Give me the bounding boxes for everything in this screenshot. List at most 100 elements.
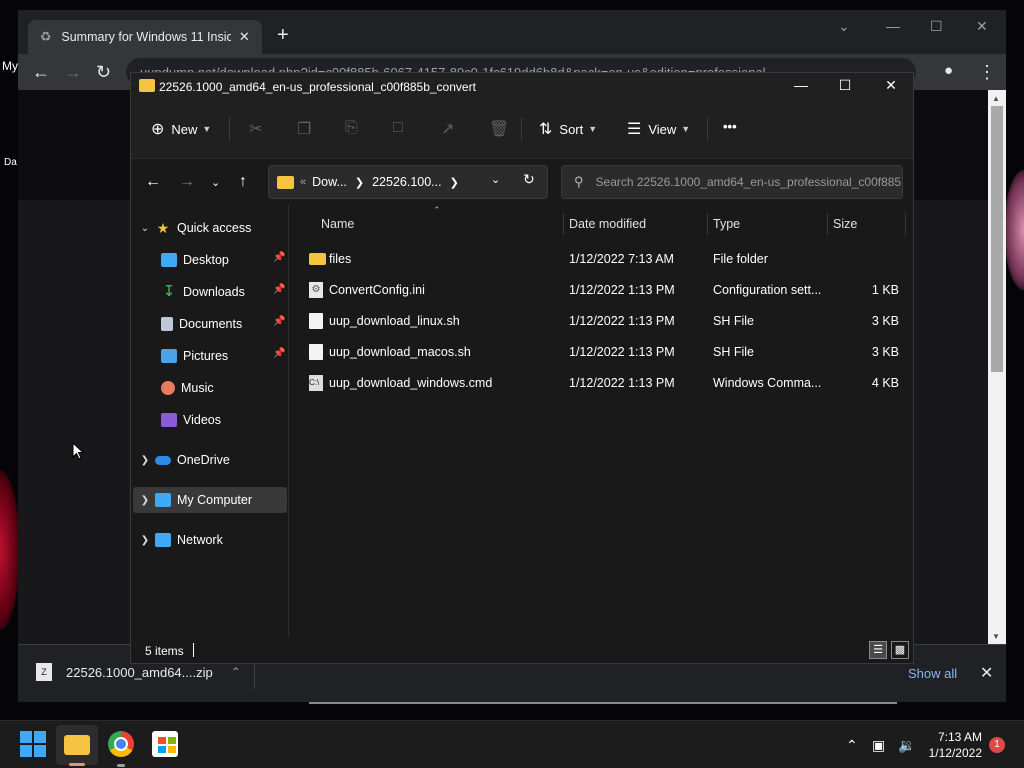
desktop-icon-label[interactable]: Da [4,157,17,168]
scroll-up-icon[interactable]: ▲ [992,94,1000,103]
recent-locations-icon[interactable]: ⌄ [211,176,220,189]
column-header-size[interactable]: Size [833,217,857,231]
chevron-right-icon[interactable]: ❯ [135,455,155,466]
chevron-down-icon[interactable]: ⌄ [491,173,500,186]
back-icon[interactable]: ← [145,173,161,191]
network-icon [155,533,171,547]
column-header-date[interactable]: Date modified [569,217,646,231]
chevron-up-icon[interactable]: ⌃ [231,665,241,679]
refresh-icon[interactable]: ↻ [523,171,535,188]
chevron-up-icon[interactable]: ⌃ [846,737,858,754]
nav-item-documents[interactable]: Documents 📌 [133,311,287,337]
desktop-icon-label[interactable]: My [2,59,18,73]
search-placeholder: Search 22526.1000_amd64_en-us_profession… [595,175,903,189]
browser-tab[interactable]: ♻ Summary for Windows 11 Insider ✕ [28,20,262,54]
clock-time: 7:13 AM [937,730,982,744]
nav-item-music[interactable]: Music [133,375,287,401]
column-header-type[interactable]: Type [713,217,740,231]
forward-icon[interactable]: → [179,173,195,191]
nav-item-pictures[interactable]: Pictures 📌 [133,343,287,369]
address-bar[interactable]: « Dow... ❯ 22526.100... ❯ [268,165,548,199]
store-icon[interactable] [152,731,178,757]
maximize-icon[interactable]: ☐ [930,18,943,35]
title-bar: 22526.1000_amd64_en-us_professional_c00f… [131,73,913,101]
file-row[interactable]: uup_download_macos.sh 1/12/2022 1:13 PM … [303,338,903,366]
file-list: ⌃ Name Date modified Type Size files 1/1… [291,205,913,637]
new-button[interactable]: ⊕ New ▼ [151,119,211,139]
page-scrollbar-thumb[interactable] [991,106,1003,372]
back-icon[interactable]: ← [32,62,50,83]
reload-icon[interactable]: ↻ [96,62,111,83]
notification-badge[interactable]: 1 [989,737,1005,753]
file-row[interactable]: ⚙ ConvertConfig.ini 1/12/2022 1:13 PM Co… [303,276,903,304]
delete-icon[interactable]: 🗑 [489,119,509,139]
network-icon[interactable]: ▣ [872,737,885,754]
nav-item-quick-access[interactable]: ⌄ ★ Quick access [133,215,287,241]
horizontal-scrollbar[interactable] [309,702,897,704]
scroll-down-icon[interactable]: ▼ [992,632,1000,641]
forward-icon[interactable]: → [64,62,82,83]
large-icons-view-icon[interactable]: ▩ [891,641,909,659]
nav-item-onedrive[interactable]: ❯ OneDrive [133,447,287,473]
column-divider[interactable] [563,213,564,235]
nav-item-desktop[interactable]: Desktop 📌 [133,247,287,273]
column-divider[interactable] [827,213,828,235]
profile-icon[interactable]: ● [944,62,953,79]
more-options-button[interactable]: ••• [723,119,737,134]
file-row[interactable]: files 1/12/2022 7:13 AM File folder [303,245,903,273]
config-file-icon: ⚙ [309,282,323,298]
nav-item-network[interactable]: ❯ Network [133,527,287,553]
divider [521,117,522,141]
nav-item-videos[interactable]: Videos [133,407,287,433]
search-input[interactable]: ⚲ Search 22526.1000_amd64_en-us_professi… [561,165,903,199]
rename-icon[interactable]: □ [393,119,403,137]
copy-icon[interactable]: ❐ [297,119,311,139]
system-clock[interactable]: 7:13 AM 1/12/2022 [928,729,982,761]
chevron-right-icon[interactable]: ❯ [355,176,364,189]
column-divider[interactable] [707,213,708,235]
file-type: SH File [713,345,754,359]
file-row[interactable]: uup_download_linux.sh 1/12/2022 1:13 PM … [303,307,903,335]
download-item[interactable]: Z 22526.1000_amd64....zip ⌃ [36,663,241,681]
nav-item-downloads[interactable]: ↧ Downloads 📌 [133,279,287,305]
column-divider[interactable] [905,213,906,235]
chevron-down-icon[interactable]: ⌄ [135,223,155,234]
share-icon[interactable]: ↗ [441,119,454,139]
nav-item-label: Music [181,381,214,395]
chevron-right-icon[interactable]: ❯ [450,176,459,189]
tab-search-icon[interactable]: ⌄ [838,18,850,35]
new-tab-button[interactable]: + [277,25,289,45]
sort-button[interactable]: ⇅ Sort ▼ [539,119,597,139]
pin-icon: 📌 [273,348,286,359]
details-view-icon[interactable]: ☰ [869,641,887,659]
file-row[interactable]: C:\ uup_download_windows.cmd 1/12/2022 1… [303,369,903,397]
paste-icon[interactable]: ⎘ [345,119,358,137]
breadcrumb-item[interactable]: Dow... [312,175,347,189]
view-button[interactable]: ☰ View ▼ [627,119,690,139]
column-header-name[interactable]: Name [321,217,354,231]
show-all-link[interactable]: Show all [908,666,957,681]
cut-icon[interactable]: ✂ [249,119,262,139]
clock-date: 1/12/2022 [928,746,982,760]
chevron-right-icon[interactable]: ❯ [135,535,155,546]
maximize-icon[interactable]: ☐ [835,77,855,94]
download-icon: ↧ [162,283,176,300]
minimize-icon[interactable]: — [886,18,900,34]
minimize-icon[interactable]: — [791,77,811,93]
desktop-icon [161,253,177,267]
close-tab-icon[interactable]: ✕ [237,29,252,45]
up-icon[interactable]: ↑ [239,173,247,191]
nav-item-my-computer[interactable]: ❯ My Computer [133,487,287,513]
file-explorer-icon[interactable] [64,735,90,755]
volume-icon[interactable]: 🔉 [898,737,915,754]
breadcrumb-item[interactable]: 22526.100... [372,175,442,189]
close-icon[interactable]: ✕ [980,663,993,683]
close-window-icon[interactable]: ✕ [881,77,901,94]
menu-icon[interactable]: ⋮ [978,62,996,83]
chevron-right-icon[interactable]: ❯ [135,495,155,506]
start-button[interactable] [20,731,46,757]
site-favicon-icon: ♻ [39,29,52,44]
close-window-icon[interactable]: ✕ [976,18,988,35]
overflow-chevron-icon[interactable]: « [300,176,306,188]
cmd-file-icon: C:\ [309,375,323,391]
